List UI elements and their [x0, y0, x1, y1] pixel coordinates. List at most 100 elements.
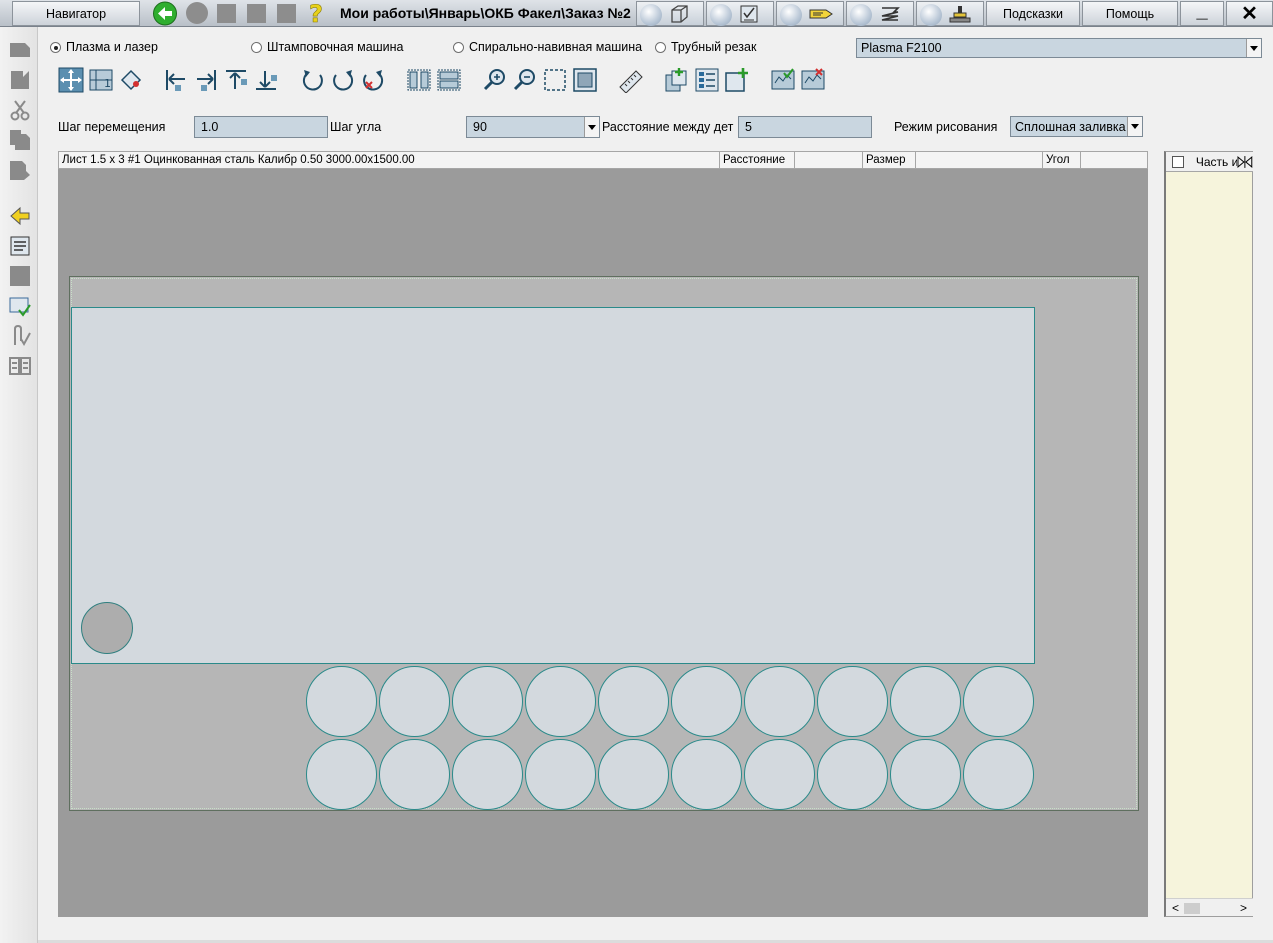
circle-part[interactable] [452, 739, 523, 810]
column-resize-icon[interactable] [1237, 155, 1253, 169]
rotate-left-icon[interactable] [300, 67, 326, 93]
circle-part[interactable] [525, 666, 596, 737]
angle-step-select[interactable]: 90 [466, 116, 600, 138]
close-button[interactable]: ✕ [1226, 1, 1273, 26]
radio-plasma-laser[interactable]: Плазма и лазер [50, 40, 158, 54]
number-grid-icon[interactable]: 1 [88, 67, 114, 93]
zoom-fit-icon[interactable] [572, 67, 598, 93]
column-angle[interactable]: Угол [1043, 152, 1081, 169]
radio-stamping[interactable]: Штамповочная машина [251, 40, 404, 54]
column-size[interactable]: Размер [863, 152, 916, 169]
circle-part[interactable] [306, 739, 377, 810]
paste-icon[interactable] [9, 159, 31, 181]
zoom-window-icon[interactable] [542, 67, 568, 93]
rotate-right-icon[interactable] [330, 67, 356, 93]
circle-part[interactable] [452, 666, 523, 737]
scissors-icon[interactable] [9, 99, 31, 121]
draw-mode-select[interactable]: Сплошная заливка [1010, 116, 1143, 137]
machine-select[interactable]: Plasma F2100 [856, 38, 1262, 58]
back-icon[interactable] [152, 1, 178, 26]
rotate-cancel-icon[interactable] [360, 67, 386, 93]
align-right-icon[interactable] [193, 67, 219, 93]
move-icon[interactable] [58, 67, 84, 93]
scroll-thumb[interactable] [1184, 903, 1200, 914]
column-distance[interactable]: Расстояние [720, 152, 795, 169]
edit-sheet-icon[interactable] [9, 69, 31, 91]
circle-part[interactable] [598, 739, 669, 810]
help-button[interactable]: Помощь [1082, 1, 1178, 26]
zoom-out-icon[interactable] [512, 67, 538, 93]
circle-part[interactable] [817, 666, 888, 737]
navigator-button[interactable]: Навигатор [12, 1, 140, 26]
sheet-check-icon[interactable] [9, 295, 31, 317]
flip-vertical-icon[interactable] [436, 67, 462, 93]
horizontal-scrollbar[interactable]: < > [1166, 898, 1253, 916]
new-sheet-icon[interactable] [9, 39, 31, 61]
question-icon[interactable]: ? [305, 1, 327, 26]
circle-part[interactable] [744, 739, 815, 810]
chevron-down-icon[interactable] [1246, 39, 1261, 57]
hints-button[interactable]: Подсказки [986, 1, 1080, 26]
move-step-input[interactable]: 1.0 [194, 116, 328, 138]
add-part-icon[interactable] [664, 67, 690, 93]
copy-icon[interactable] [9, 129, 31, 151]
refresh-icon[interactable] [247, 4, 266, 23]
new-part-icon[interactable] [724, 67, 750, 93]
blank-sheet-icon[interactable] [9, 265, 31, 287]
distance-input[interactable]: 5 [738, 116, 872, 138]
forward-icon[interactable] [186, 2, 208, 24]
circle-part[interactable] [744, 666, 815, 737]
tag-group[interactable] [776, 1, 844, 26]
radio-button[interactable] [251, 41, 262, 53]
document-list-icon[interactable] [9, 235, 31, 257]
circle-part[interactable] [671, 739, 742, 810]
machine-group[interactable] [916, 1, 984, 26]
sheet-ok-icon[interactable] [770, 67, 796, 93]
rectangular-part[interactable] [71, 307, 1035, 664]
circle-part[interactable] [963, 739, 1034, 810]
sheet-delete-icon[interactable] [800, 67, 826, 93]
radio-button[interactable] [50, 41, 61, 53]
circle-part[interactable] [963, 666, 1034, 737]
home-icon[interactable] [277, 4, 296, 23]
chevron-down-icon[interactable] [1127, 117, 1142, 136]
flip-horizontal-icon[interactable] [406, 67, 432, 93]
stop-icon[interactable] [217, 4, 236, 23]
scroll-right-icon[interactable]: > [1240, 901, 1247, 915]
chevron-down-icon[interactable] [584, 117, 599, 137]
multi-sheet-icon[interactable] [9, 355, 31, 377]
circle-part[interactable] [306, 666, 377, 737]
metal-sheet[interactable] [69, 276, 1139, 811]
align-top-icon[interactable] [223, 67, 249, 93]
nesting-canvas[interactable] [58, 169, 1148, 917]
column-blank-1[interactable] [795, 152, 863, 169]
stack-group[interactable] [846, 1, 914, 26]
circle-part[interactable] [598, 666, 669, 737]
circle-part[interactable] [379, 666, 450, 737]
circle-part[interactable] [890, 739, 961, 810]
radio-button[interactable] [453, 41, 464, 53]
radio-button[interactable] [655, 41, 666, 53]
circle-part[interactable] [890, 666, 961, 737]
minimize-button[interactable]: _ [1180, 0, 1224, 26]
attach-check-icon[interactable] [9, 325, 31, 347]
ruler-icon[interactable] [618, 67, 644, 93]
undo-arrow-icon[interactable] [9, 205, 31, 227]
circle-part[interactable] [525, 739, 596, 810]
column-blank-3[interactable] [1081, 152, 1147, 169]
circle-part[interactable] [379, 739, 450, 810]
select-all-checkbox[interactable] [1172, 155, 1184, 168]
checklist-group[interactable] [706, 1, 774, 26]
zoom-in-icon[interactable] [482, 67, 508, 93]
align-left-icon[interactable] [163, 67, 189, 93]
view-3d-group[interactable] [636, 1, 704, 26]
circle-part[interactable] [817, 739, 888, 810]
scroll-left-icon[interactable]: < [1172, 901, 1179, 915]
rotate-part-icon[interactable] [118, 67, 144, 93]
part-list-icon[interactable] [694, 67, 720, 93]
radio-spiral[interactable]: Спирально-навивная машина [453, 40, 642, 54]
small-circle-part[interactable] [81, 602, 133, 654]
column-blank-2[interactable] [916, 152, 1043, 169]
align-bottom-icon[interactable] [253, 67, 279, 93]
radio-tube-cutter[interactable]: Трубный резак [655, 40, 756, 54]
